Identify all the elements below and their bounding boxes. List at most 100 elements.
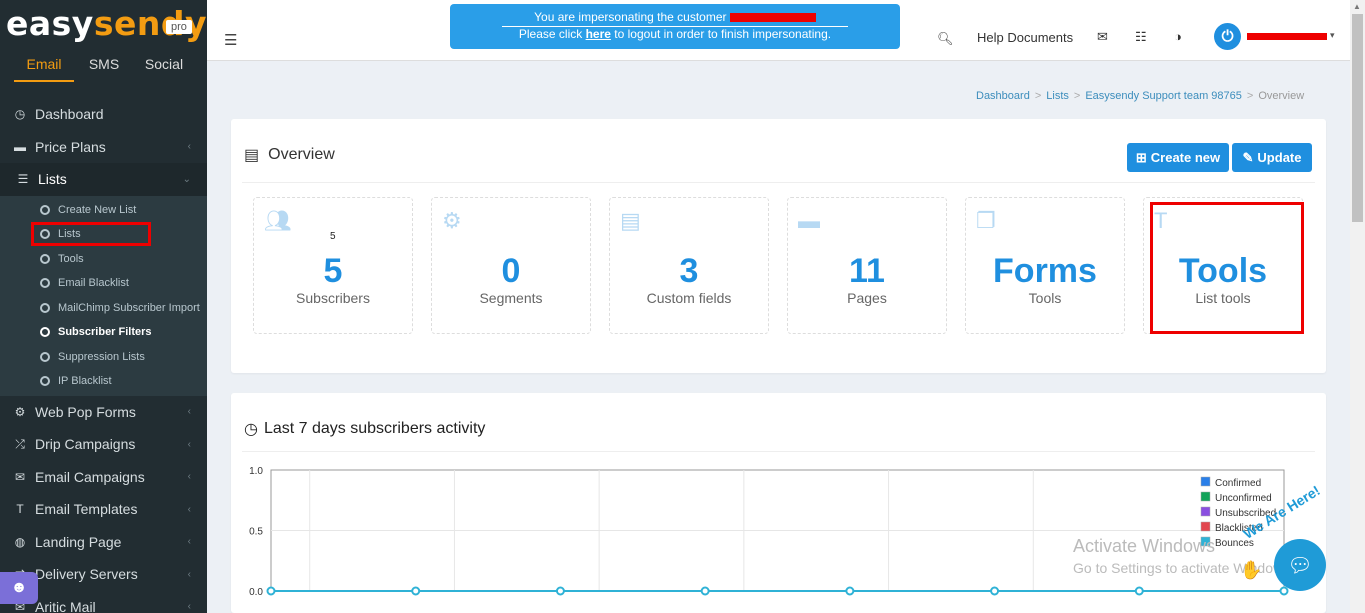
activate-windows-title: Activate Windows bbox=[1073, 536, 1216, 556]
stat-segments[interactable]: ⚙ 0 Segments bbox=[431, 197, 591, 334]
scroll-up-icon[interactable]: ▲ bbox=[1353, 2, 1361, 11]
logo-main: easy bbox=[6, 4, 94, 43]
sidebar-item-email-templates[interactable]: T Email Templates ‹ bbox=[0, 493, 207, 526]
logout-here-link[interactable]: here bbox=[586, 27, 611, 41]
envelope-icon: ✉ bbox=[14, 469, 26, 484]
circle-icon bbox=[40, 278, 50, 289]
sidebar-item-web-pop-forms[interactable]: ⚙ Web Pop Forms ‹ bbox=[0, 396, 207, 429]
sidebar-item-label: Email Campaigns bbox=[35, 468, 145, 485]
breadcrumb-dashboard[interactable]: Dashboard bbox=[976, 90, 1030, 102]
sidebar-item-drip-campaigns[interactable]: ⤮ Drip Campaigns ‹ bbox=[0, 428, 207, 461]
circle-icon bbox=[40, 327, 50, 338]
divider bbox=[242, 182, 1315, 183]
sub-item-tools[interactable]: Tools bbox=[0, 247, 207, 272]
data-point bbox=[990, 586, 1000, 596]
impersonation-line1: You are impersonating the customer bbox=[502, 10, 848, 27]
stat-value: 3 bbox=[679, 252, 699, 290]
stat-value: Forms bbox=[993, 252, 1097, 290]
tab-sms[interactable]: SMS bbox=[74, 56, 134, 82]
channel-tabs: Email SMS Social bbox=[14, 56, 194, 82]
sidebar-item-label: Email Templates bbox=[35, 501, 138, 518]
circle-icon bbox=[40, 253, 50, 264]
highlight-lists-annotation bbox=[31, 222, 151, 246]
breadcrumb-separator: > bbox=[1073, 90, 1081, 102]
legend-swatch bbox=[1200, 521, 1211, 532]
breadcrumb-lists[interactable]: Lists bbox=[1046, 90, 1069, 102]
stat-value: 11 bbox=[849, 252, 885, 290]
activity-chart: 1.00.50.0ConfirmedUnconfirmedUnsubscribe… bbox=[249, 466, 1289, 598]
sub-item-create-new-list[interactable]: Create New List bbox=[0, 198, 207, 223]
sidebar-item-label: Price Plans bbox=[35, 138, 106, 155]
sub-item-ip-blacklist[interactable]: IP Blacklist bbox=[0, 369, 207, 394]
sidebar-item-label: Lists bbox=[38, 171, 67, 188]
sidebar-item-label: Drip Campaigns bbox=[35, 436, 136, 453]
sub-item-email-blacklist[interactable]: Email Blacklist bbox=[0, 271, 207, 296]
sub-item-label: Create New List bbox=[58, 203, 137, 216]
breadcrumb-list-name[interactable]: Easysendy Support team 98765 bbox=[1085, 90, 1242, 102]
stat-value: 0 bbox=[501, 252, 521, 290]
sidebar-item-price-plans[interactable]: ▬ Price Plans ‹ bbox=[0, 131, 207, 164]
legend-swatch bbox=[1200, 491, 1211, 502]
support-chat-icon[interactable]: ☻ bbox=[0, 572, 38, 604]
globe-icon: ◍ bbox=[14, 534, 26, 549]
sidebar: easysendy pro Email SMS Social ◷ Dashboa… bbox=[0, 0, 207, 613]
sidebar-item-dashboard[interactable]: ◷ Dashboard bbox=[0, 98, 207, 131]
tab-email[interactable]: Email bbox=[14, 56, 74, 82]
caret-down-icon[interactable]: ▾ bbox=[1330, 30, 1335, 41]
sidebar-item-lists[interactable]: ☰ Lists ⌄ bbox=[0, 163, 207, 196]
update-button[interactable]: ✎ Update bbox=[1232, 143, 1312, 172]
stat-subscribers[interactable]: 👥︎ 5 5 Subscribers bbox=[253, 197, 413, 334]
sidebar-item-landing-page[interactable]: ◍ Landing Page ‹ bbox=[0, 526, 207, 559]
data-point bbox=[266, 586, 276, 596]
activity-box: ◷ Last 7 days subscribers activity 1.0 0.… bbox=[231, 393, 1326, 613]
impersonation-text-pre: Please click bbox=[518, 27, 583, 41]
overview-title-text: Overview bbox=[268, 146, 335, 163]
create-new-button[interactable]: ⊞ Create new bbox=[1127, 143, 1229, 172]
sub-item-suppression-lists[interactable]: Suppression Lists bbox=[0, 345, 207, 370]
search-icon[interactable]: 🔍︎ bbox=[937, 31, 954, 47]
text-icon: T bbox=[16, 502, 24, 517]
gear-icon: ⚙ bbox=[14, 404, 26, 419]
data-point bbox=[1279, 586, 1289, 596]
breadcrumb: Dashboard > Lists > Easysendy Support team 9… bbox=[976, 90, 1304, 102]
stat-subscribers-extra: 5 bbox=[330, 231, 336, 242]
circle-icon bbox=[40, 302, 50, 313]
document-icon: ▤ bbox=[620, 208, 641, 233]
chevron-left-icon: ‹ bbox=[187, 503, 191, 515]
breadcrumb-separator: > bbox=[1034, 90, 1042, 102]
sidebar-item-label: Landing Page bbox=[35, 533, 122, 550]
scroll-thumb[interactable] bbox=[1352, 14, 1363, 222]
help-documents-link[interactable]: Help Documents bbox=[977, 30, 1073, 45]
users-icon: 👥︎ bbox=[264, 208, 292, 233]
stat-custom-fields[interactable]: ▤ 3 Custom fields bbox=[609, 197, 769, 334]
sub-item-label: MailChimp Subscriber Import bbox=[58, 301, 200, 314]
redacted-username[interactable] bbox=[1247, 33, 1327, 40]
chevron-left-icon: ‹ bbox=[187, 471, 191, 483]
stat-label: Segments bbox=[479, 290, 543, 306]
chevron-left-icon: ‹ bbox=[187, 601, 191, 613]
data-point bbox=[845, 586, 855, 596]
chevron-left-icon: ‹ bbox=[187, 536, 191, 548]
stat-pages[interactable]: ▬ 11 Pages bbox=[787, 197, 947, 334]
data-point bbox=[700, 586, 710, 596]
list-icon[interactable]: ☷ bbox=[1135, 29, 1147, 45]
tab-social[interactable]: Social bbox=[134, 56, 194, 82]
edit-icon: ✎ bbox=[1242, 149, 1254, 165]
create-new-label: Create new bbox=[1150, 150, 1221, 165]
sub-item-subscriber-filters[interactable]: Subscriber Filters bbox=[0, 320, 207, 345]
redacted-customer-name bbox=[729, 13, 816, 23]
sidebar-item-email-campaigns[interactable]: ✉ Email Campaigns ‹ bbox=[0, 461, 207, 494]
hamburger-menu-icon[interactable]: ☰ bbox=[224, 31, 237, 49]
y-tick-label: 1.0 bbox=[249, 466, 263, 477]
page-scrollbar[interactable]: ▲ bbox=[1350, 0, 1365, 613]
power-avatar-icon[interactable]: ⏻ bbox=[1214, 23, 1241, 50]
sub-item-label: Tools bbox=[58, 252, 84, 265]
data-point bbox=[411, 586, 421, 596]
plus-square-icon: ⊞ bbox=[1135, 149, 1147, 165]
sub-item-mailchimp-import[interactable]: MailChimp Subscriber Import bbox=[0, 296, 207, 321]
stat-forms[interactable]: ❐ Forms Tools bbox=[965, 197, 1125, 334]
sub-item-label: Email Blacklist bbox=[58, 277, 129, 290]
envelope-icon[interactable]: ✉ bbox=[1097, 29, 1108, 45]
chat-button[interactable]: 💬︎ bbox=[1274, 539, 1326, 591]
contrast-icon[interactable]: ◑ bbox=[1174, 29, 1182, 44]
